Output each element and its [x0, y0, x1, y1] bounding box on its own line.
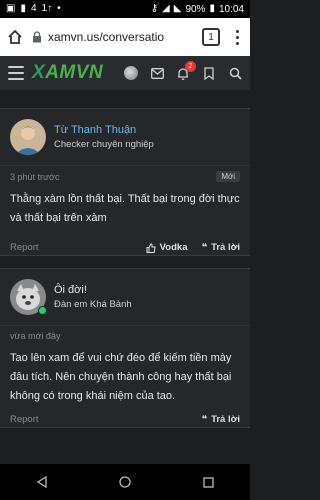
author-avatar[interactable] — [10, 119, 46, 155]
post-timestamp[interactable]: vừa mới đây — [10, 331, 60, 341]
signal-b-text: 1 — [41, 3, 48, 14]
key-icon: ⚷ — [150, 3, 159, 14]
avatar — [124, 66, 138, 80]
site-logo[interactable]: X AMVN — [32, 62, 103, 84]
report-link[interactable]: Report — [10, 414, 39, 425]
reply-label: Trả lời — [211, 414, 240, 425]
image-icon: ▣ — [6, 3, 16, 14]
author-title: Checker chuyên nghiệp — [54, 139, 154, 150]
post-timestamp[interactable]: 3 phút trước — [10, 172, 59, 182]
quote-icon: ❝ — [201, 242, 208, 253]
home-nav-button[interactable] — [117, 474, 133, 490]
react-button[interactable]: Vodka — [146, 242, 188, 253]
post-header: Từ Thanh Thuận Checker chuyên nghiệp — [0, 109, 250, 166]
home-circle-icon — [119, 476, 131, 488]
react-label: Vodka — [159, 242, 188, 253]
alerts-button[interactable]: 2 — [176, 61, 196, 80]
recents-button[interactable] — [200, 474, 216, 490]
back-triangle-icon — [36, 476, 47, 488]
new-badge: Mới — [216, 171, 240, 182]
browser-toolbar: xamvn.us/conversatio 1 — [0, 18, 250, 56]
author-name[interactable]: Ôi đời! — [54, 284, 132, 296]
more-dots-icon: • — [57, 3, 61, 14]
post-header: Ôi đời! Đàn em Khá Bảnh — [0, 269, 250, 326]
message-post: Ôi đời! Đàn em Khá Bảnh vừa mới đây Tao … — [0, 268, 250, 428]
reply-button[interactable]: ❝ Trả lời — [201, 242, 240, 253]
bookmark-icon — [204, 66, 214, 80]
reply-label: Trả lời — [211, 242, 240, 253]
search-button[interactable] — [228, 66, 242, 80]
home-button[interactable] — [6, 28, 24, 46]
hamburger-menu-icon[interactable] — [8, 66, 24, 80]
browser-menu-button[interactable] — [230, 28, 244, 46]
wifi-icon: ◢ — [162, 3, 170, 14]
battery-text: 90% — [185, 3, 206, 15]
author-title: Đàn em Khá Bảnh — [54, 299, 132, 310]
address-bar[interactable]: xamvn.us/conversatio — [32, 24, 192, 50]
status-bar: ▣ ▮ 4 1↑ • ⚷ ◢ ◣ 90% ▮ 10:04 — [0, 0, 250, 18]
back-button[interactable] — [34, 474, 50, 490]
post-body: Thằng xàm lồn thất bại. Thất bại trong đ… — [10, 193, 240, 224]
tab-switcher-button[interactable]: 1 — [202, 28, 220, 46]
logo-rest: AMVN — [45, 62, 104, 83]
battery-icon: ▮ — [209, 3, 215, 14]
clock-text: 10:04 — [218, 3, 244, 15]
url-text: xamvn.us/conversatio — [48, 30, 165, 44]
thumbs-up-icon — [146, 242, 156, 253]
reply-button[interactable]: ❝ Trả lời — [201, 414, 240, 425]
signal-icon: ▮ — [20, 3, 26, 14]
signal-a-text: 4 — [30, 3, 37, 14]
messages-button[interactable] — [150, 66, 164, 80]
square-icon — [203, 476, 214, 488]
search-icon — [229, 67, 242, 80]
report-link[interactable]: Report — [10, 242, 39, 253]
tab-count: 1 — [208, 31, 214, 43]
logo-prefix: X — [32, 62, 46, 83]
network-1x-icon: 1↑ — [41, 3, 53, 14]
network-4g-icon: 4 — [31, 4, 37, 14]
site-header: X AMVN 2 — [0, 56, 250, 90]
quote-icon: ❝ — [201, 414, 208, 425]
cell-signal-icon: ◣ — [173, 3, 182, 14]
post-body: Tao lên xam để vui chứ đéo để kiếm tiền … — [10, 352, 232, 402]
conversation-feed: Từ Thanh Thuận Checker chuyên nghiệp 3 p… — [0, 90, 250, 464]
home-icon — [8, 29, 22, 44]
system-navigation-bar — [0, 464, 250, 500]
message-post: Từ Thanh Thuận Checker chuyên nghiệp 3 p… — [0, 108, 250, 256]
user-avatar-button[interactable] — [124, 66, 138, 80]
envelope-icon — [150, 67, 164, 79]
online-indicator — [38, 306, 47, 315]
bookmarks-button[interactable] — [202, 66, 216, 80]
lock-icon — [33, 31, 41, 43]
notification-badge: 2 — [185, 61, 196, 72]
author-name[interactable]: Từ Thanh Thuận — [54, 124, 154, 136]
